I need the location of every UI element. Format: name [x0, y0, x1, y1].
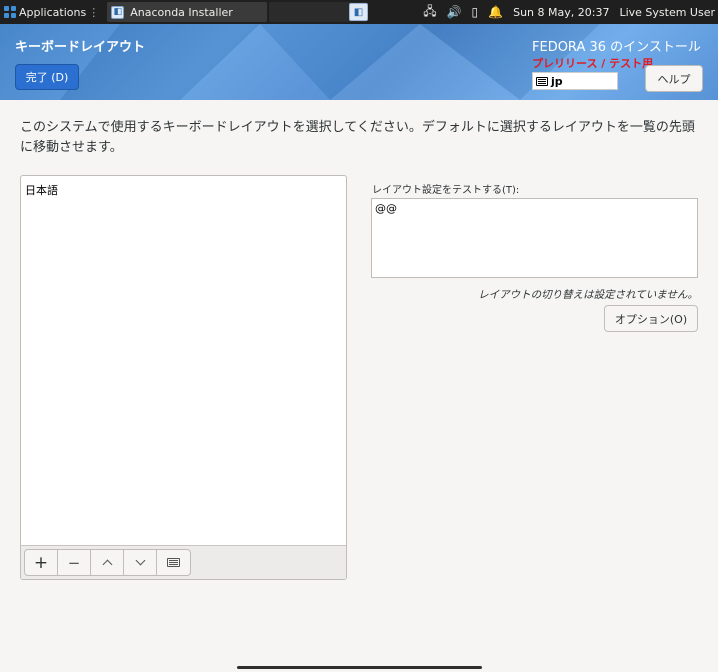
product-title: FEDORA 36 のインストール [532, 40, 701, 55]
remove-layout-button[interactable]: − [58, 550, 91, 575]
system-top-panel: Applications ⋮ ◧ Anaconda Installer ◧ 🖧 … [0, 0, 718, 24]
move-up-button[interactable] [91, 550, 124, 575]
help-button[interactable]: ヘルプ [645, 65, 703, 92]
add-layout-button[interactable]: + [25, 550, 58, 575]
installer-launcher-icon[interactable]: ◧ [349, 3, 368, 21]
bottom-scroll-indicator [237, 666, 482, 669]
layout-switch-note: レイアウトの切り替えは設定されていません。 [478, 289, 698, 301]
preview-layout-button[interactable] [157, 550, 190, 575]
spoke-header: キーボードレイアウト 完了 (D) FEDORA 36 のインストール プレリリ… [0, 24, 718, 100]
taskbar-label: Anaconda Installer [130, 5, 233, 19]
test-layout-input[interactable]: @@ [371, 198, 698, 278]
prerelease-warning: プレリリース / テスト用 [532, 57, 654, 70]
chevron-down-icon [135, 555, 145, 566]
chevron-up-icon [102, 559, 112, 570]
applications-menu[interactable]: Applications ⋮ [0, 0, 103, 24]
layout-list-panel: 日本語 + − [20, 175, 347, 580]
keyboard-icon [536, 76, 548, 86]
network-icon[interactable]: 🖧 [423, 2, 436, 23]
taskbar-anaconda-installer[interactable]: ◧ Anaconda Installer [107, 2, 268, 22]
layout-toolbar-buttons: + − [24, 549, 191, 576]
battery-icon[interactable]: ▯ [472, 5, 479, 19]
applications-handle-icon: ⋮ [88, 5, 100, 19]
options-button[interactable]: オプション(O) [604, 305, 698, 332]
test-layout-label: レイアウト設定をテストする(T): [372, 185, 520, 196]
minus-icon: − [67, 553, 81, 572]
notification-bell-icon[interactable]: 🔔 [488, 5, 503, 19]
move-down-button[interactable] [124, 550, 157, 575]
keyboard-icon [167, 558, 180, 567]
applications-label: Applications [19, 5, 87, 19]
keyboard-layout-indicator[interactable]: jp [532, 72, 618, 90]
installer-window-icon: ◧ [111, 5, 125, 19]
done-button[interactable]: 完了 (D) [15, 64, 79, 90]
list-item[interactable]: 日本語 [21, 176, 346, 204]
system-tray: 🖧 🔊 ▯ 🔔 Sun 8 May, 20:37 Live System Use… [423, 0, 715, 24]
plus-icon: + [33, 552, 49, 573]
layout-list-toolbar: + − [21, 545, 346, 579]
spoke-title: キーボードレイアウト [15, 40, 146, 55]
user-menu[interactable]: Live System User [619, 6, 715, 19]
volume-icon[interactable]: 🔊 [447, 5, 462, 19]
layout-list[interactable]: 日本語 [21, 176, 346, 546]
clock[interactable]: Sun 8 May, 20:37 [513, 6, 609, 19]
applications-icon [4, 6, 16, 18]
keyboard-layout-code: jp [551, 74, 563, 88]
instructions-text: このシステムで使用するキーボードレイアウトを選択してください。デフォルトに選択す… [20, 120, 695, 155]
